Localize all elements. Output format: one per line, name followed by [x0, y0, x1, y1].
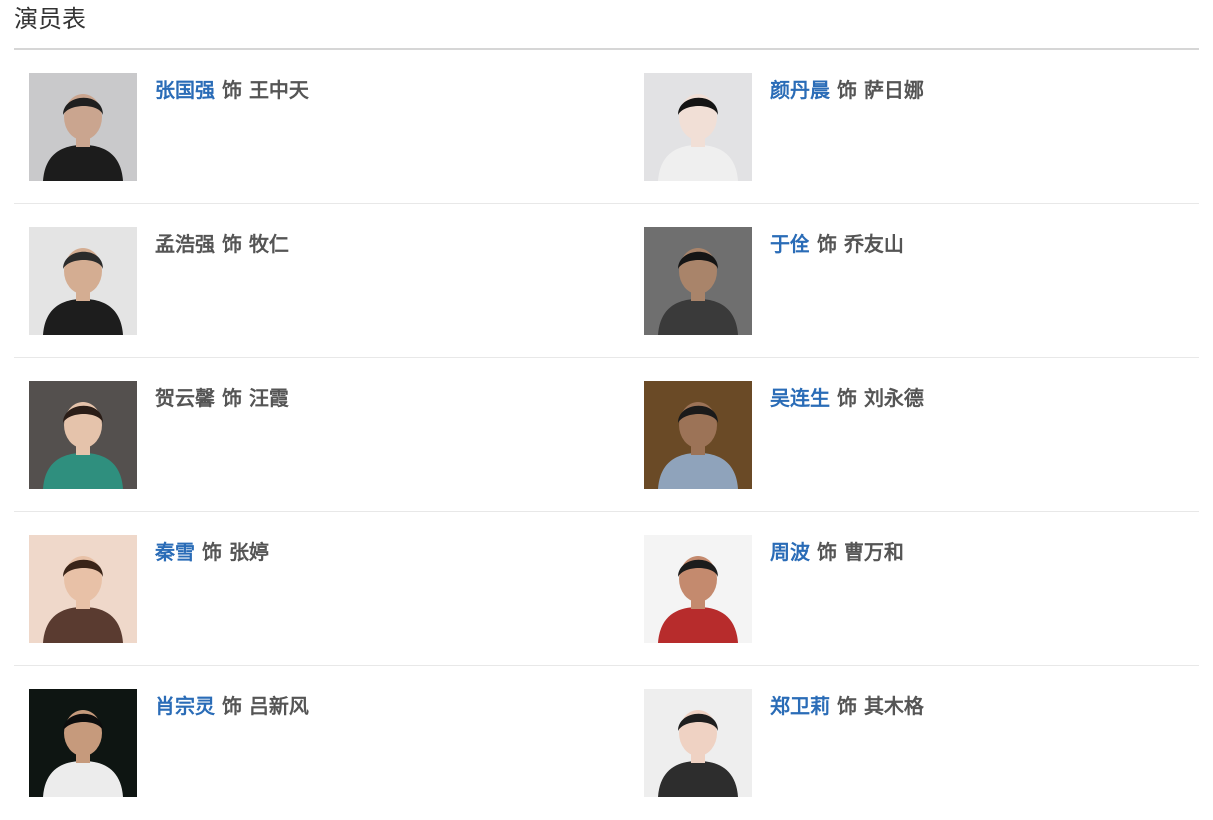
portrait-image: [29, 381, 137, 489]
as-label: 饰: [221, 386, 242, 410]
cast-credit: 孟浩强 饰 牧仁: [155, 231, 289, 257]
as-label: 饰: [221, 78, 242, 102]
role-name: 曹万和: [843, 540, 904, 564]
actor-photo[interactable]: [644, 227, 752, 335]
cast-row: 肖宗灵 饰 吕新风 郑卫莉 饰 其木格: [14, 666, 1199, 820]
actor-name-link[interactable]: 吴连生: [770, 386, 830, 410]
actor-name-link[interactable]: 于佺: [770, 232, 810, 256]
actor-name: 贺云馨: [155, 386, 215, 410]
role-name: 牧仁: [248, 232, 289, 256]
cast-item: 周波 饰 曹万和: [644, 535, 1213, 643]
portrait-image: [29, 227, 137, 335]
portrait-image: [644, 535, 752, 643]
role-name: 张婷: [228, 540, 269, 564]
cast-item: 孟浩强 饰 牧仁: [29, 227, 609, 335]
actor-photo[interactable]: [29, 535, 137, 643]
portrait-image: [644, 689, 752, 797]
role-name: 其木格: [863, 694, 924, 718]
portrait-image: [29, 73, 137, 181]
cast-list: 张国强 饰 王中天 颜丹晨 饰 萨日娜 孟浩强 饰 牧仁 于佺 饰 乔友山 贺云…: [14, 50, 1199, 820]
as-label: 饰: [836, 386, 857, 410]
cast-item: 张国强 饰 王中天: [29, 73, 609, 181]
actor-photo[interactable]: [29, 381, 137, 489]
portrait-image: [644, 381, 752, 489]
cast-section-title: 演员表: [14, 5, 86, 33]
actor-name-link[interactable]: 周波: [770, 540, 810, 564]
cast-item: 秦雪 饰 张婷: [29, 535, 609, 643]
actor-photo[interactable]: [29, 73, 137, 181]
actor-photo[interactable]: [644, 381, 752, 489]
cast-credit: 周波 饰 曹万和: [770, 539, 904, 565]
role-name: 乔友山: [843, 232, 904, 256]
role-name: 吕新风: [248, 694, 309, 718]
actor-photo[interactable]: [644, 73, 752, 181]
actor-photo[interactable]: [29, 689, 137, 797]
role-name: 汪霞: [248, 386, 289, 410]
cast-credit: 张国强 饰 王中天: [155, 77, 309, 103]
cast-row: 张国强 饰 王中天 颜丹晨 饰 萨日娜: [14, 50, 1199, 204]
actor-name-link[interactable]: 肖宗灵: [155, 694, 215, 718]
as-label: 饰: [836, 694, 857, 718]
as-label: 饰: [221, 232, 242, 256]
portrait-image: [29, 689, 137, 797]
as-label: 饰: [816, 232, 837, 256]
as-label: 饰: [816, 540, 837, 564]
actor-name-link[interactable]: 颜丹晨: [770, 78, 830, 102]
cast-item: 颜丹晨 饰 萨日娜: [644, 73, 1213, 181]
cast-item: 郑卫莉 饰 其木格: [644, 689, 1213, 797]
cast-row: 贺云馨 饰 汪霞 吴连生 饰 刘永德: [14, 358, 1199, 512]
as-label: 饰: [201, 540, 222, 564]
cast-credit: 肖宗灵 饰 吕新风: [155, 693, 309, 719]
cast-item: 贺云馨 饰 汪霞: [29, 381, 609, 489]
cast-credit: 秦雪 饰 张婷: [155, 539, 269, 565]
cast-credit: 颜丹晨 饰 萨日娜: [770, 77, 924, 103]
cast-credit: 吴连生 饰 刘永德: [770, 385, 924, 411]
role-name: 刘永德: [863, 386, 924, 410]
cast-row: 秦雪 饰 张婷 周波 饰 曹万和: [14, 512, 1199, 666]
role-name: 王中天: [248, 78, 309, 102]
cast-item: 吴连生 饰 刘永德: [644, 381, 1213, 489]
as-label: 饰: [836, 78, 857, 102]
portrait-image: [644, 73, 752, 181]
actor-photo[interactable]: [644, 689, 752, 797]
actor-name-link[interactable]: 张国强: [155, 78, 215, 102]
actor-name-link[interactable]: 郑卫莉: [770, 694, 830, 718]
cast-item: 肖宗灵 饰 吕新风: [29, 689, 609, 797]
actor-photo[interactable]: [29, 227, 137, 335]
portrait-image: [29, 535, 137, 643]
cast-credit: 于佺 饰 乔友山: [770, 231, 904, 257]
actor-name-link[interactable]: 秦雪: [155, 540, 195, 564]
cast-item: 于佺 饰 乔友山: [644, 227, 1213, 335]
cast-credit: 贺云馨 饰 汪霞: [155, 385, 289, 411]
role-name: 萨日娜: [863, 78, 924, 102]
actor-name: 孟浩强: [155, 232, 215, 256]
cast-credit: 郑卫莉 饰 其木格: [770, 693, 924, 719]
as-label: 饰: [221, 694, 242, 718]
portrait-image: [644, 227, 752, 335]
actor-photo[interactable]: [644, 535, 752, 643]
cast-row: 孟浩强 饰 牧仁 于佺 饰 乔友山: [14, 204, 1199, 358]
